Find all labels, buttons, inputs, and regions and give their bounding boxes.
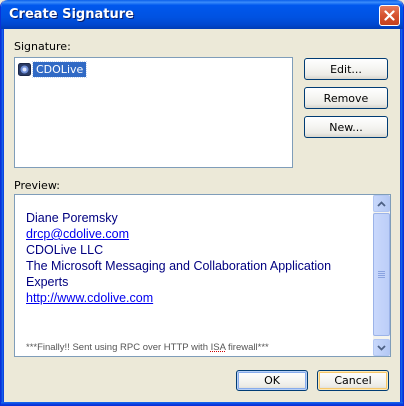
signature-icon	[18, 63, 31, 76]
edit-button[interactable]: Edit...	[304, 58, 388, 80]
preview-pane[interactable]: Diane Poremsky drcp@cdolive.com CDOLive …	[14, 194, 391, 357]
signature-label: Signature:	[14, 40, 71, 53]
scroll-thumb[interactable]	[373, 213, 390, 336]
ok-button[interactable]: OK	[236, 370, 308, 391]
preview-company: CDOLive LLC	[26, 243, 104, 257]
signature-list[interactable]: CDOLive	[14, 57, 293, 168]
close-button[interactable]	[379, 5, 400, 26]
preview-content: Diane Poremsky drcp@cdolive.com CDOLive …	[26, 210, 371, 306]
remove-button[interactable]: Remove	[304, 87, 388, 109]
window-title: Create Signature	[9, 7, 134, 22]
signature-list-item[interactable]: CDOLive	[18, 61, 88, 78]
title-bar[interactable]: Create Signature	[1, 0, 403, 29]
scroll-down-button[interactable]	[373, 339, 390, 356]
footer-text-isa: ISA	[210, 342, 226, 353]
preview-name: Diane Poremsky	[26, 211, 118, 225]
preview-tagline-line1: The Microsoft Messaging and Collaboratio…	[26, 259, 332, 273]
footer-text-after: firewall***	[225, 342, 269, 353]
preview-email-link[interactable]: drcp@cdolive.com	[26, 226, 371, 242]
cancel-button[interactable]: Cancel	[317, 370, 389, 391]
preview-url-link[interactable]: http://www.cdolive.com	[26, 290, 371, 306]
preview-tagline-line2: Experts	[26, 275, 69, 289]
window-frame-bottom	[1, 402, 403, 405]
signature-item-label: CDOLive	[31, 61, 88, 78]
window-frame-left	[1, 29, 4, 405]
create-signature-dialog: Create Signature Signature: CDOLive Edit…	[0, 0, 404, 406]
preview-footer-note: ***Finally!! Sent using RPC over HTTP wi…	[26, 342, 269, 353]
preview-scrollbar[interactable]	[373, 195, 390, 356]
window-frame-right	[400, 29, 403, 405]
preview-label: Preview:	[14, 179, 60, 192]
chevron-down-icon	[377, 344, 386, 351]
grip-icon	[378, 271, 385, 278]
new-button[interactable]: New...	[304, 116, 388, 138]
footer-text-before: ***Finally!! Sent using RPC over HTTP wi…	[26, 342, 211, 353]
close-x-icon	[384, 10, 395, 21]
scroll-up-button[interactable]	[373, 195, 390, 212]
chevron-up-icon	[377, 200, 386, 207]
